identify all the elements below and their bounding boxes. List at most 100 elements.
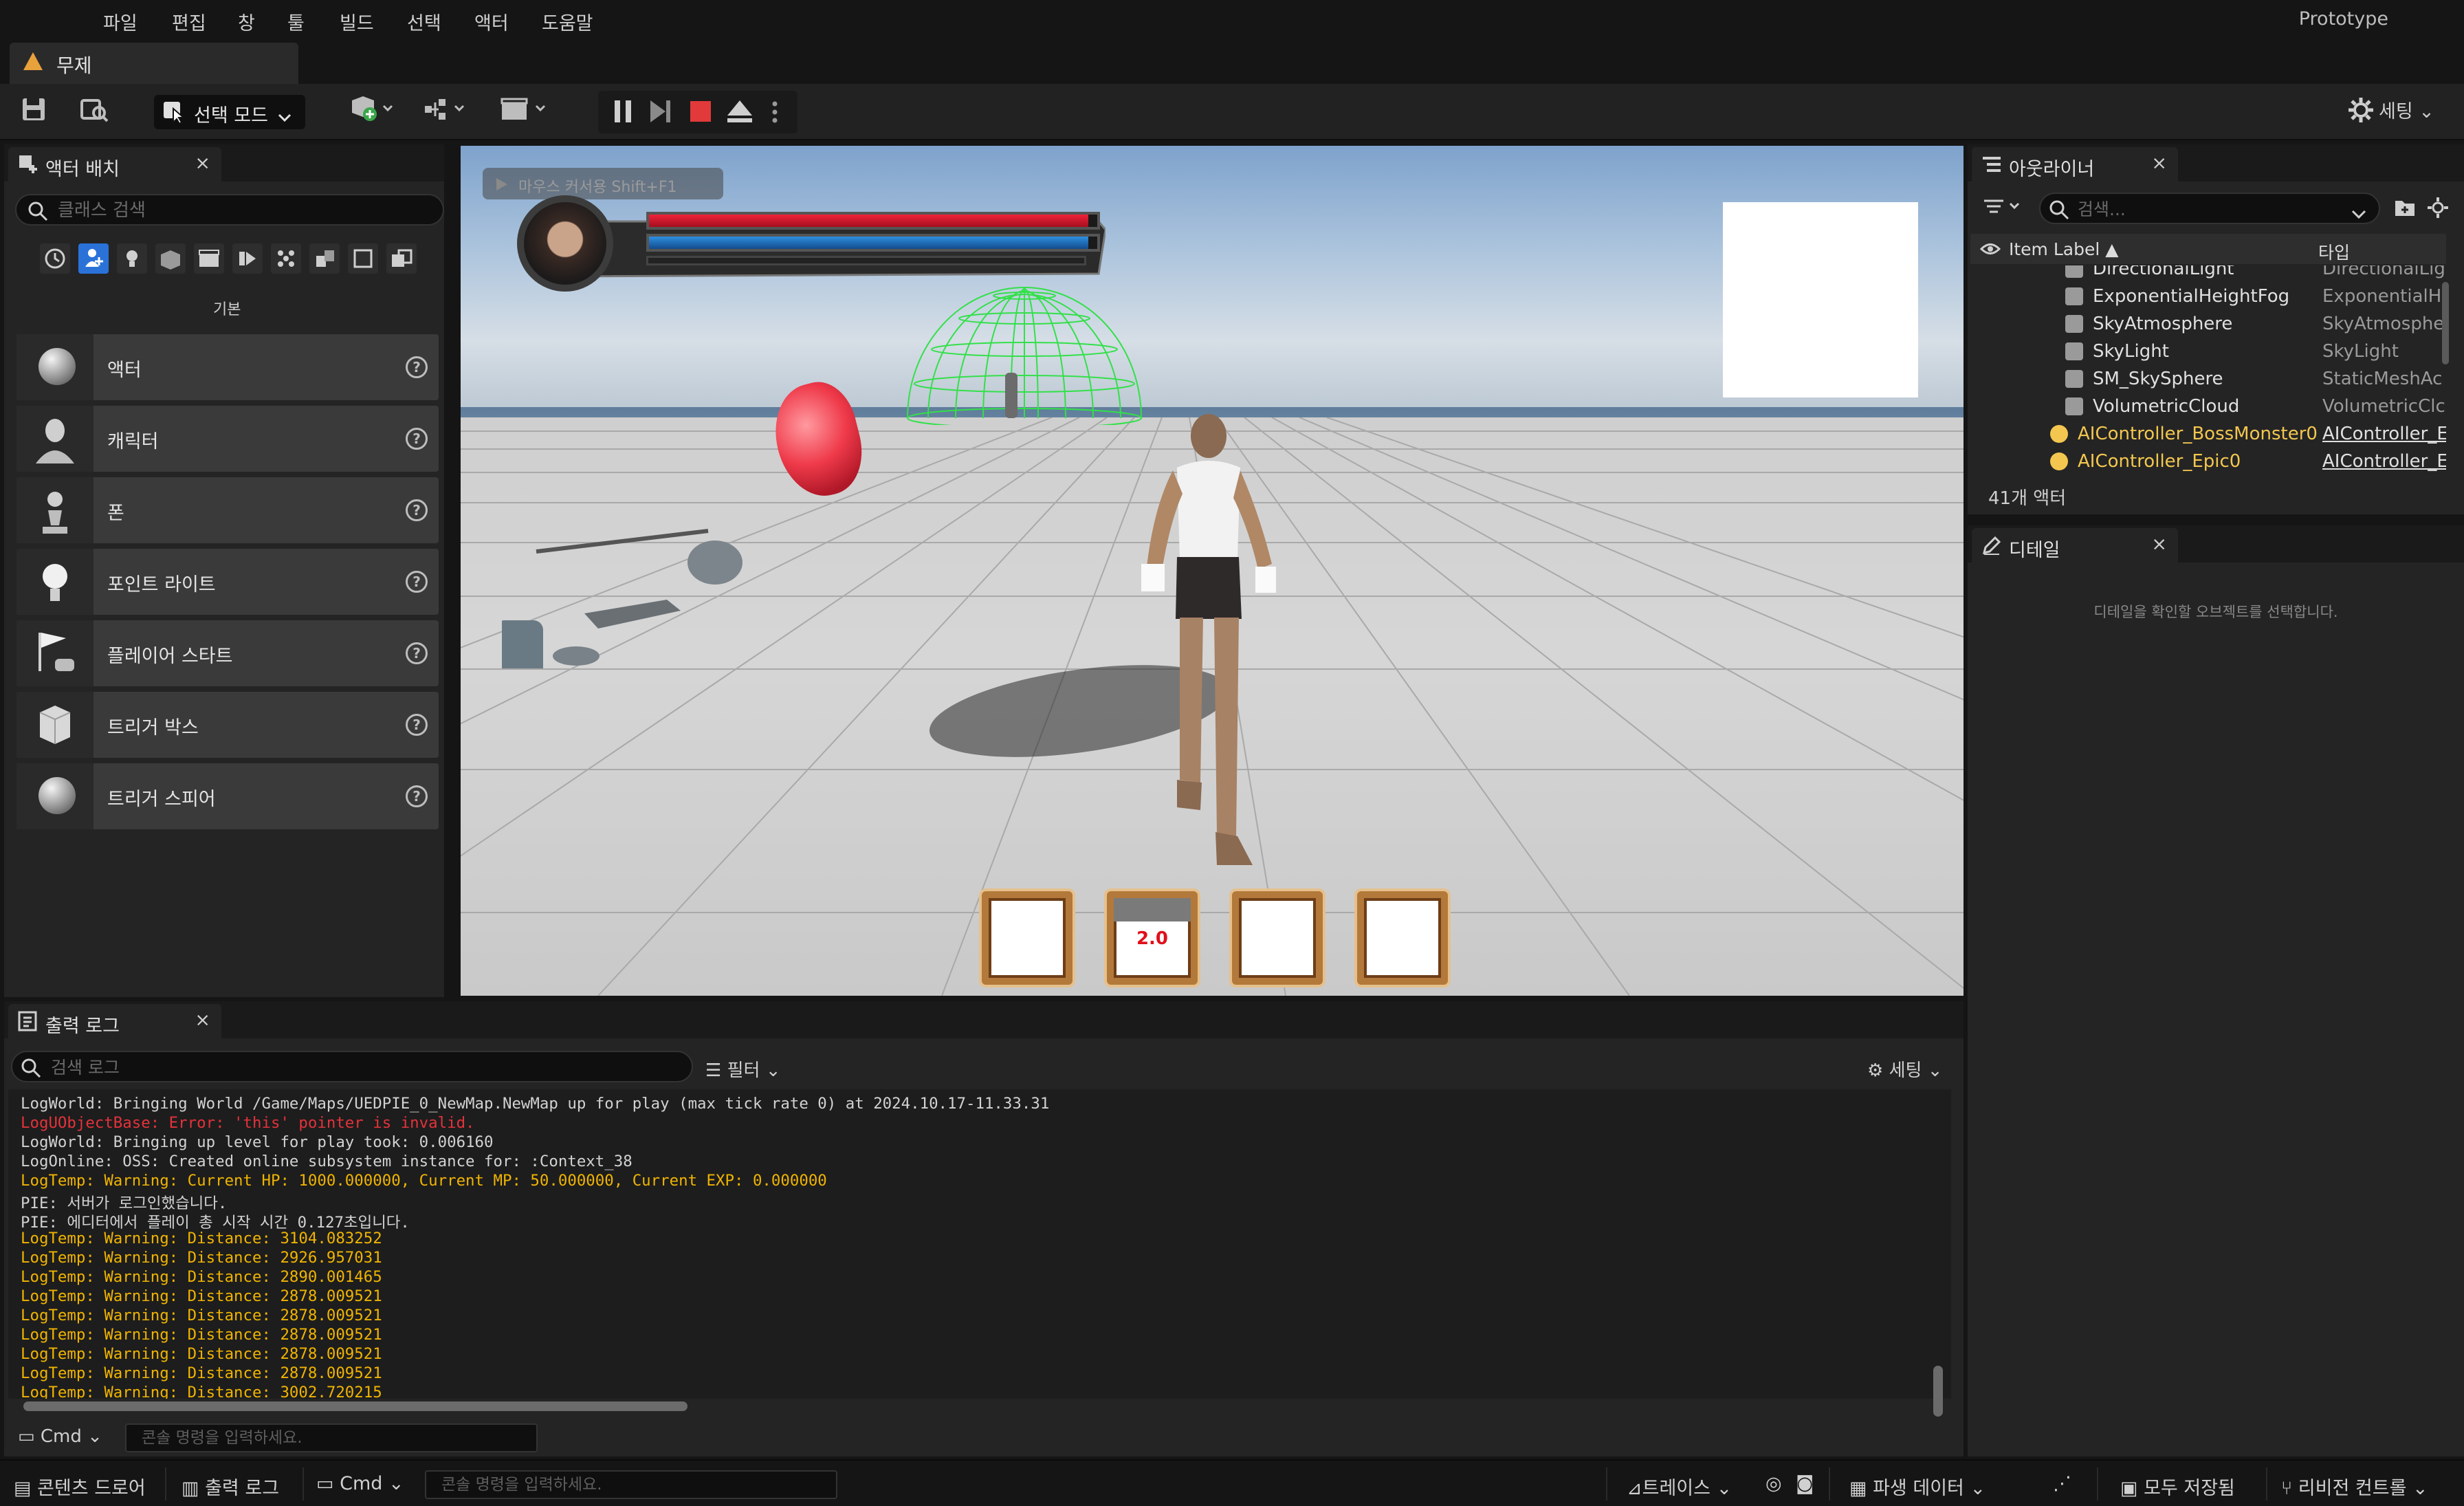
help-icon[interactable]: ?	[406, 499, 428, 521]
column-item-label[interactable]: Item Label ▲	[2009, 239, 2118, 259]
cinematic-category-icon[interactable]	[194, 243, 224, 274]
outliner-row[interactable]: ExponentialHeightFog ExponentialHe	[1970, 283, 2446, 311]
outliner-scrollbar[interactable]	[2442, 282, 2449, 364]
close-icon[interactable]: ×	[2151, 153, 2167, 174]
placeables-category-icon[interactable]	[386, 243, 417, 274]
actor-item[interactable]: 플레이어 스타트 ?	[16, 620, 439, 686]
menu-tools[interactable]: 툴	[287, 8, 305, 35]
derived-data-dropdown[interactable]: ▦ 파생 데이터 ⌄	[1849, 1473, 1986, 1500]
details-tab[interactable]: 디테일 ×	[1972, 528, 2178, 563]
menu-edit[interactable]: 편집	[172, 8, 206, 35]
menu-actor[interactable]: 액터	[474, 8, 509, 35]
help-icon[interactable]: ?	[406, 785, 428, 807]
pause-icon[interactable]	[612, 99, 634, 129]
save-all-button[interactable]: ▣ 모두 저장됨	[2120, 1473, 2235, 1500]
menu-build[interactable]: 빌드	[340, 8, 374, 35]
log-output-area[interactable]: LogWorld: Bringing World /Game/Maps/UEDP…	[8, 1089, 1951, 1399]
row-type[interactable]: AIController_E	[2322, 451, 2446, 472]
actor-item-label: 포인트 라이트	[107, 574, 216, 596]
gear-icon[interactable]	[2427, 197, 2449, 223]
actor-item[interactable]: 포인트 라이트 ?	[16, 549, 439, 615]
chevron-down-icon: ⌄	[382, 1473, 404, 1494]
network-icon[interactable]: ⋰	[2053, 1473, 2071, 1494]
browse-icon[interactable]	[80, 96, 109, 128]
log-horizontal-scrollbar[interactable]	[23, 1401, 688, 1411]
class-search-input[interactable]	[58, 199, 429, 221]
cmd-dropdown[interactable]: ▭ Cmd ⌄	[316, 1473, 404, 1494]
close-icon[interactable]: ×	[2151, 534, 2167, 555]
menu-file[interactable]: 파일	[103, 8, 138, 35]
menu-window[interactable]: 창	[238, 8, 255, 35]
log-search-input[interactable]	[51, 1056, 670, 1078]
row-type[interactable]: AIController_E	[2322, 424, 2446, 444]
lights-category-icon[interactable]	[117, 243, 147, 274]
new-folder-icon[interactable]	[2394, 198, 2416, 222]
level-tab[interactable]: 무제	[10, 43, 298, 84]
shapes-category-icon[interactable]	[155, 243, 186, 274]
all-classes-category-icon[interactable]	[309, 243, 340, 274]
close-icon[interactable]: ×	[195, 153, 210, 174]
outliner-row[interactable]: SkyLight SkyLight	[1970, 338, 2446, 366]
help-icon[interactable]: ?	[406, 714, 428, 736]
outliner-row[interactable]: VolumetricCloud VolumetricClc	[1970, 393, 2446, 421]
revision-control-dropdown[interactable]: ⑂ 리비전 컨트롤 ⌄	[2281, 1473, 2428, 1500]
sky-light-icon	[2065, 342, 2083, 360]
geometry-category-icon[interactable]	[348, 243, 378, 274]
toolbar-settings[interactable]: 세팅 ⌄	[2344, 96, 2434, 123]
visual-effects-category-icon[interactable]	[232, 243, 263, 274]
outliner-row[interactable]: AIController_BossMonster0 AIController_E	[1970, 421, 2446, 448]
actor-item[interactable]: 폰 ?	[16, 477, 439, 543]
volumes-category-icon[interactable]	[271, 243, 301, 274]
outliner-search-field[interactable]	[2039, 193, 2380, 224]
place-actors-tab[interactable]: 액터 배치 ×	[8, 147, 221, 182]
output-log-button[interactable]: ▥ 출력 로그	[182, 1473, 279, 1500]
camera-icon[interactable]: ◙	[1796, 1473, 1814, 1494]
outliner-tab[interactable]: 아웃라이너 ×	[1972, 147, 2178, 182]
cinematics-icon[interactable]	[500, 96, 551, 127]
more-options-icon[interactable]	[771, 100, 778, 129]
outliner-row[interactable]: AIController_Epic0 AIController_E	[1970, 448, 2446, 472]
trace-dropdown[interactable]: ⊿트레이스 ⌄	[1627, 1473, 1732, 1500]
class-search-field[interactable]	[15, 194, 444, 226]
help-icon[interactable]: ?	[406, 571, 428, 593]
output-log-tab[interactable]: 출력 로그 ×	[8, 1004, 221, 1038]
stop-icon[interactable]	[689, 100, 712, 128]
filter-icon[interactable]	[1983, 197, 2024, 222]
actor-item[interactable]: 캐릭터 ?	[16, 406, 439, 472]
help-icon[interactable]: ?	[406, 428, 428, 450]
console-input[interactable]	[125, 1423, 538, 1452]
log-search-field[interactable]	[11, 1051, 693, 1082]
console-type-dropdown[interactable]: ▭ Cmd ⌄	[18, 1426, 102, 1447]
column-type[interactable]: 타입	[2318, 239, 2350, 264]
help-icon[interactable]: ?	[406, 642, 428, 664]
content-drawer-button[interactable]: ▤ 콘텐츠 드로어	[14, 1473, 146, 1500]
log-vertical-scrollbar[interactable]	[1933, 1366, 1943, 1417]
outliner-row[interactable]: SM_SkySphere StaticMeshAc	[1970, 366, 2446, 393]
recent-icon[interactable]	[40, 243, 70, 274]
actor-item[interactable]: 트리거 박스 ?	[16, 692, 439, 758]
project-name: Prototype	[2298, 8, 2388, 30]
step-frame-icon[interactable]	[648, 99, 672, 129]
actor-item[interactable]: 액터 ?	[16, 334, 439, 400]
live-coding-icon[interactable]: ◎	[1766, 1473, 1782, 1494]
add-content-icon[interactable]	[348, 95, 396, 128]
outliner-row[interactable]: DirectionalLight DirectionalLig	[1970, 265, 2446, 283]
blueprint-icon[interactable]	[424, 96, 472, 127]
level-viewport[interactable]: 마우스 커서용 Shift+F1 2.0	[461, 146, 1964, 996]
statusbar-console-input[interactable]	[425, 1470, 837, 1499]
outliner-search-input[interactable]	[2078, 198, 2339, 220]
close-icon[interactable]: ×	[195, 1010, 210, 1031]
log-settings-dropdown[interactable]: ⚙ 세팅 ⌄	[1867, 1056, 1942, 1082]
chevron-down-icon[interactable]	[2351, 204, 2366, 224]
actor-item[interactable]: 트리거 스피어 ?	[16, 763, 439, 829]
log-filter-dropdown[interactable]: ☰ 필터 ⌄	[705, 1056, 780, 1082]
select-mode-dropdown[interactable]: 선택 모드	[154, 95, 305, 129]
basic-category-icon[interactable]	[78, 243, 109, 274]
menu-help[interactable]: 도움말	[542, 8, 593, 35]
help-icon[interactable]: ?	[406, 356, 428, 378]
menu-select[interactable]: 선택	[407, 8, 441, 35]
outliner-row[interactable]: SkyAtmosphere SkyAtmosphe	[1970, 311, 2446, 338]
eye-icon[interactable]	[1979, 241, 2001, 261]
save-icon[interactable]	[21, 96, 47, 128]
eject-icon[interactable]	[726, 99, 754, 129]
